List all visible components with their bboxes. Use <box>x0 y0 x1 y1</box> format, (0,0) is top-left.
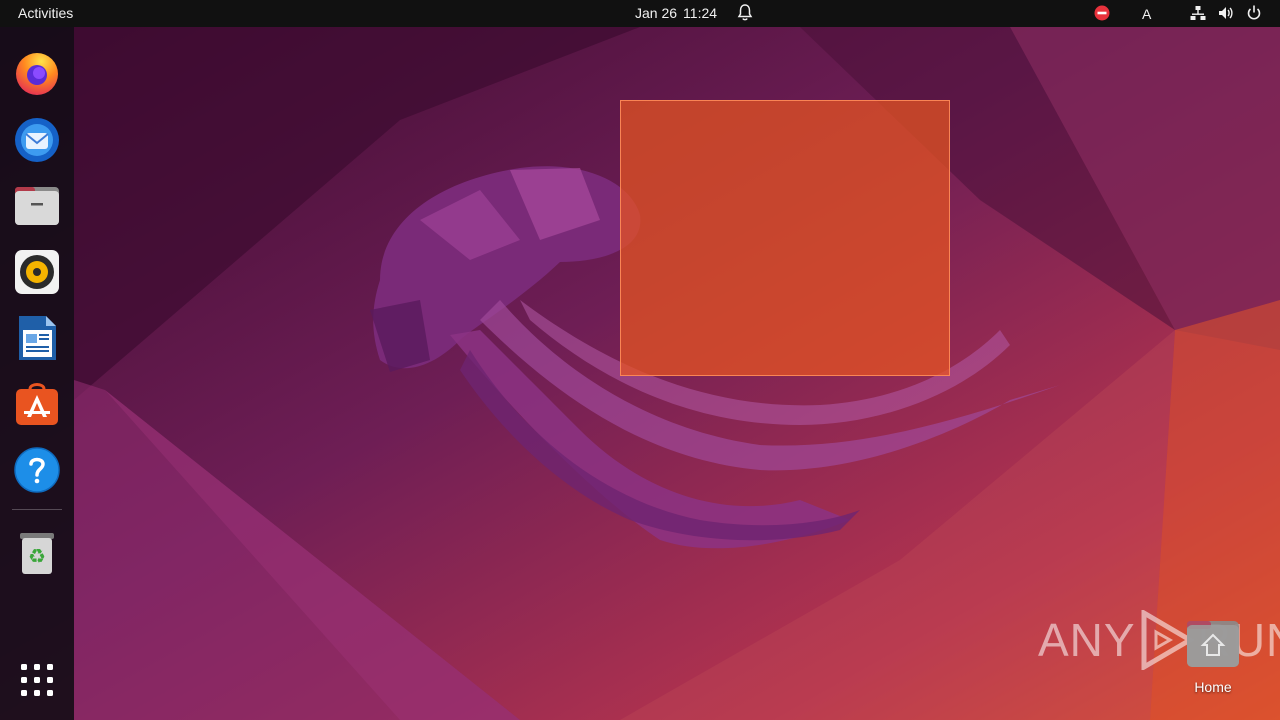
watermark-text-left: ANY <box>1038 614 1136 666</box>
do-not-disturb-icon[interactable] <box>1094 4 1110 22</box>
network-icon[interactable] <box>1190 4 1206 22</box>
dock-separator <box>12 509 62 510</box>
rubberband-selection <box>620 100 950 376</box>
notification-bell-icon[interactable] <box>737 4 753 22</box>
trash-icon[interactable]: ♻ <box>12 527 62 577</box>
app-grid-icon[interactable] <box>12 655 62 705</box>
activities-button[interactable]: Activities <box>18 5 73 21</box>
writer-icon[interactable] <box>12 313 62 363</box>
keyboard-layout-indicator[interactable]: A <box>1142 6 1156 24</box>
volume-icon[interactable] <box>1218 4 1234 22</box>
thunderbird-icon[interactable] <box>12 114 62 164</box>
clock-date: Jan 26 <box>635 5 678 21</box>
dock: ♻ <box>0 27 74 720</box>
power-icon[interactable] <box>1246 4 1262 22</box>
files-icon[interactable] <box>12 181 62 231</box>
app-store-icon[interactable] <box>12 379 62 429</box>
firefox-icon[interactable] <box>12 48 62 98</box>
home-folder-label[interactable]: Home <box>1173 679 1253 695</box>
top-bar: Activities Jan 26 11:24 A <box>0 0 1280 27</box>
home-folder-icon[interactable] <box>1183 615 1243 675</box>
rhythmbox-icon[interactable] <box>12 247 62 297</box>
anyrun-watermark: ANY RUN <box>1038 610 1280 670</box>
help-icon[interactable] <box>12 445 62 495</box>
svg-text:♻: ♻ <box>28 544 46 568</box>
clock-time: 11:24 <box>683 5 718 21</box>
clock-button[interactable]: Jan 26 11:24 <box>635 5 717 21</box>
